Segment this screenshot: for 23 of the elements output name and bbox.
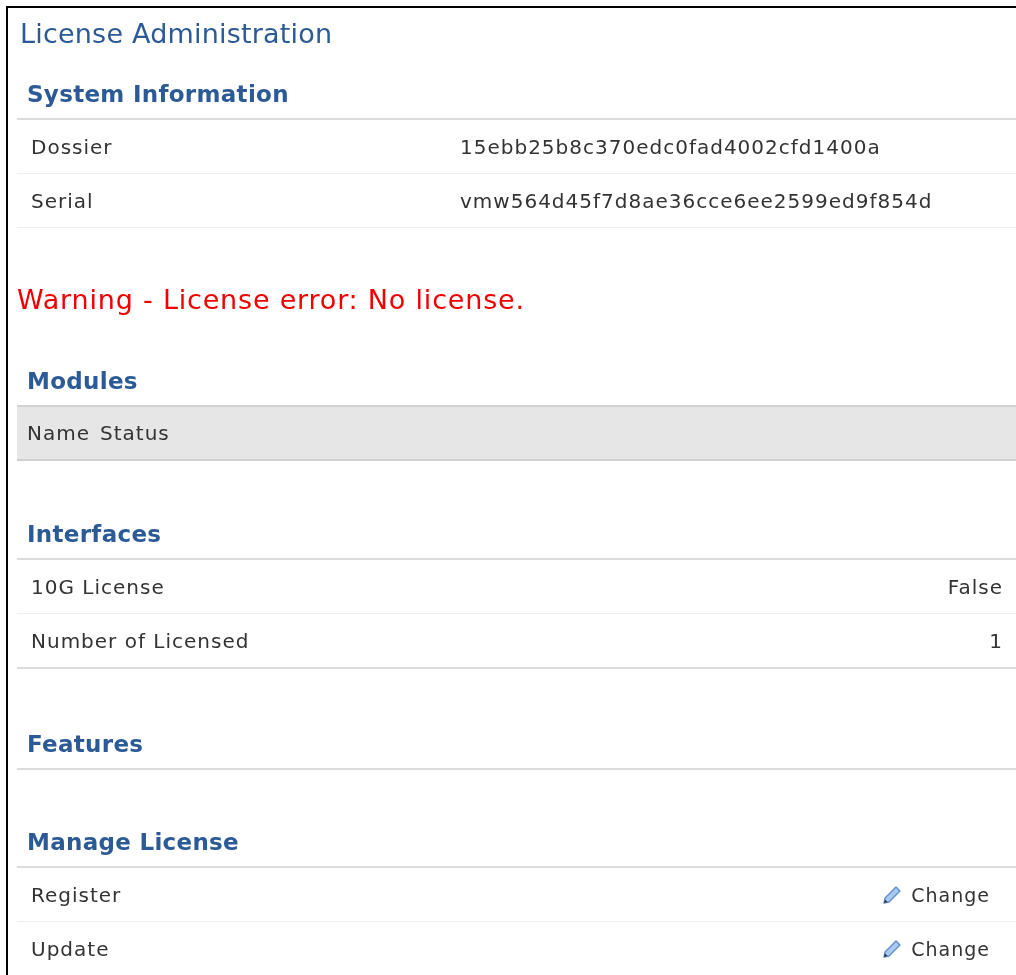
row-label: Serial	[30, 188, 94, 213]
section-heading: System Information	[27, 80, 289, 109]
column-header: Status	[99, 420, 170, 447]
pencil-icon	[882, 938, 903, 959]
column-header: Name	[26, 420, 90, 447]
pencil-icon	[882, 884, 903, 905]
row-label: Dossier	[30, 134, 113, 159]
row-label: Number of Licensed	[30, 628, 250, 653]
row-value: 15ebb25b8c370edc0fad4002cfd1400a	[460, 134, 882, 159]
section-heading: Modules	[27, 367, 138, 396]
section-heading: Features	[27, 730, 144, 759]
change-link[interactable]: Change	[882, 883, 990, 906]
change-link[interactable]: Change	[882, 937, 990, 960]
row-label: Update	[30, 936, 110, 961]
row-value: vmw564d45f7d8ae36cce6ee2599ed9f854d	[460, 188, 934, 213]
section-heading: Manage License	[27, 828, 239, 857]
row-value: 1	[989, 628, 1004, 653]
row-label: 10G License	[30, 574, 165, 599]
section-heading: Interfaces	[27, 520, 162, 549]
row-value: False	[947, 574, 1004, 599]
row-label: Register	[30, 882, 122, 907]
page-title: License Administration	[19, 17, 333, 49]
warning-message: Warning - License error: No license.	[17, 283, 525, 315]
